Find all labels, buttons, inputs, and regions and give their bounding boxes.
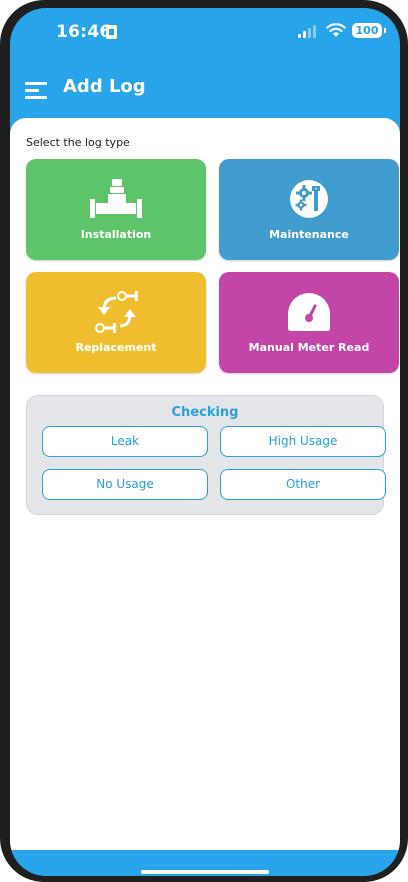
no-usage-button[interactable]: No Usage — [42, 469, 208, 500]
cellular-signal-icon — [298, 24, 320, 38]
manual-meter-read-tile[interactable]: Manual Meter Read — [219, 272, 399, 373]
installation-tile[interactable]: Installation — [26, 159, 206, 260]
tile-label: Installation — [80, 228, 152, 241]
tile-label: Replacement — [75, 341, 157, 354]
hamburger-menu-icon[interactable] — [25, 80, 47, 100]
swap-meter-icon — [26, 290, 206, 334]
status-time: 16:46 — [56, 22, 112, 42]
maintenance-tile[interactable]: Maintenance — [219, 159, 399, 260]
gauge-icon — [219, 290, 399, 334]
home-indicator[interactable] — [141, 870, 269, 874]
status-bar: 16:46 100 — [10, 8, 400, 58]
other-button[interactable]: Other — [220, 469, 386, 500]
checking-title: Checking — [171, 405, 239, 420]
device-frame: 16:46 100 Add Log Select the log type In… — [0, 0, 408, 882]
pipe-valve-icon — [26, 177, 206, 221]
gear-wrench-icon — [219, 177, 399, 221]
app-screen: 16:46 100 Add Log Select the log type In… — [10, 8, 400, 876]
tile-label: Manual Meter Read — [248, 341, 370, 354]
wifi-icon — [326, 23, 346, 37]
tile-label: Maintenance — [269, 228, 349, 241]
app-bar: Add Log — [10, 68, 400, 116]
leak-button[interactable]: Leak — [42, 426, 208, 457]
sim-card-icon — [106, 25, 117, 39]
main-content: Select the log type Installation Mainten… — [10, 118, 400, 850]
replacement-tile[interactable]: Replacement — [26, 272, 206, 373]
high-usage-button[interactable]: High Usage — [220, 426, 386, 457]
battery-icon: 100 — [352, 23, 386, 38]
page-title: Add Log — [63, 76, 146, 97]
section-label: Select the log type — [26, 136, 130, 149]
checking-group: Checking Leak High Usage No Usage Other — [26, 395, 386, 515]
